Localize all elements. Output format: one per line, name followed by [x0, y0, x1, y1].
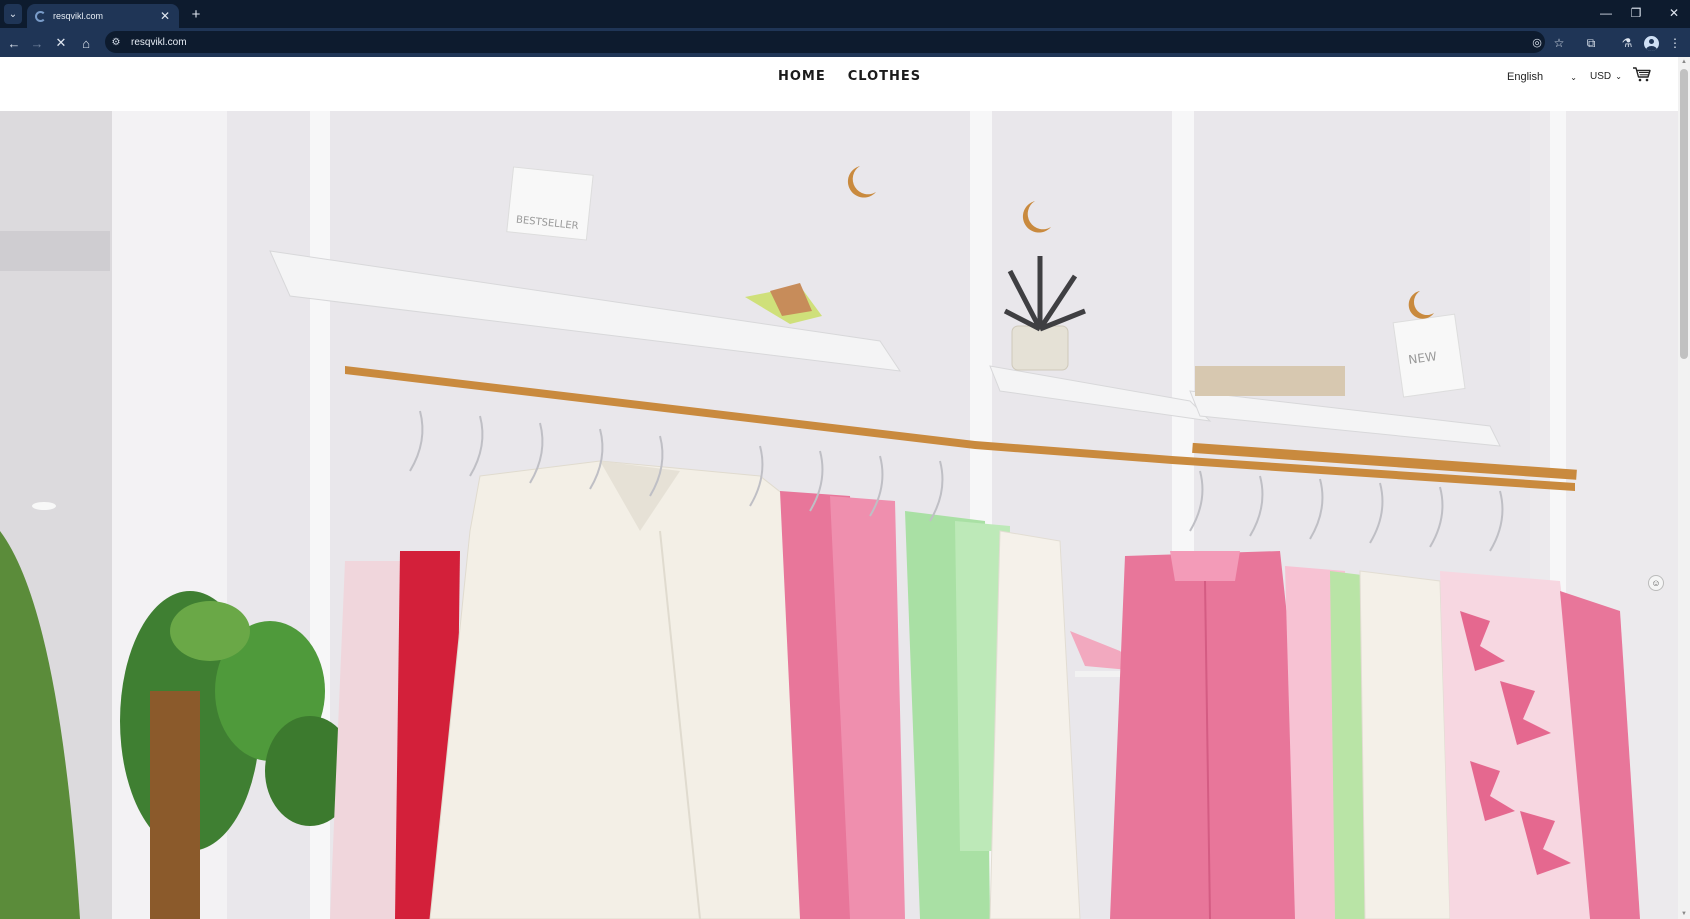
eye-off-icon[interactable]: ◎: [1530, 35, 1544, 49]
browser-menu-icon[interactable]: ⋮: [1664, 32, 1686, 54]
restore-button[interactable]: ❐: [1622, 3, 1650, 23]
profile-button[interactable]: [1640, 32, 1662, 54]
home-button[interactable]: ⌂: [75, 32, 97, 54]
tab-close-icon[interactable]: ✕: [157, 10, 173, 22]
chevron-down-icon: ⌄: [1615, 72, 1622, 81]
extensions-icon[interactable]: ⧉: [1580, 32, 1602, 54]
main-nav: HOME CLOTHES: [778, 69, 921, 84]
scroll-up-arrow-icon[interactable]: ▲: [1678, 57, 1690, 67]
nav-clothes-link[interactable]: CLOTHES: [848, 69, 921, 84]
tab-title: resqvikl.com: [53, 11, 104, 21]
browser-tab-active[interactable]: resqvikl.com ✕: [27, 4, 179, 28]
avatar: [1643, 35, 1659, 51]
address-bar[interactable]: ⚙ resqvikl.com ◎: [105, 31, 1545, 53]
back-button[interactable]: ←: [3, 32, 25, 54]
tab-list-button[interactable]: ⌄: [4, 4, 22, 24]
loading-spinner-icon: [35, 10, 46, 22]
language-value: English: [1507, 71, 1544, 83]
currency-value: USD: [1590, 71, 1612, 82]
language-select[interactable]: English ⌄: [1507, 71, 1577, 83]
clothing-rack-illustration: BESTSELLER NEW: [0, 111, 1678, 919]
nav-home-link[interactable]: HOME: [778, 69, 826, 84]
stop-loading-button[interactable]: ✕: [50, 32, 72, 54]
page-viewport: HOME CLOTHES English ⌄ USD ⌄ BESTSELLER …: [0, 57, 1690, 919]
bookmark-star-icon[interactable]: ☆: [1548, 32, 1570, 54]
browser-toolbar: ← → ✕ ⌂ ⚙ resqvikl.com ◎ ☆ ⧉ ⚗ ⋮: [0, 28, 1690, 57]
site-header: HOME CLOTHES English ⌄ USD ⌄: [0, 57, 1678, 111]
labs-icon[interactable]: ⚗: [1616, 32, 1638, 54]
scroll-thumb[interactable]: [1680, 69, 1688, 359]
browser-tab-strip: ⌄ resqvikl.com ✕ + — ❐ ✕: [0, 0, 1690, 28]
close-window-button[interactable]: ✕: [1660, 3, 1688, 23]
url-text[interactable]: resqvikl.com: [131, 37, 187, 48]
currency-select[interactable]: USD ⌄: [1590, 71, 1622, 82]
accessibility-widget-icon[interactable]: ☺: [1648, 575, 1664, 591]
cart-icon[interactable]: [1632, 66, 1652, 82]
page-scrollbar[interactable]: ▲ ▼: [1678, 57, 1690, 919]
forward-button[interactable]: →: [26, 32, 48, 54]
hero-banner-image: BESTSELLER NEW: [0, 111, 1678, 919]
minimize-button[interactable]: —: [1592, 3, 1620, 23]
chevron-down-icon: ⌄: [1570, 72, 1577, 82]
new-tab-button[interactable]: +: [186, 4, 206, 24]
scroll-down-arrow-icon[interactable]: ▼: [1678, 909, 1690, 919]
site-info-icon[interactable]: ⚙: [109, 35, 123, 49]
